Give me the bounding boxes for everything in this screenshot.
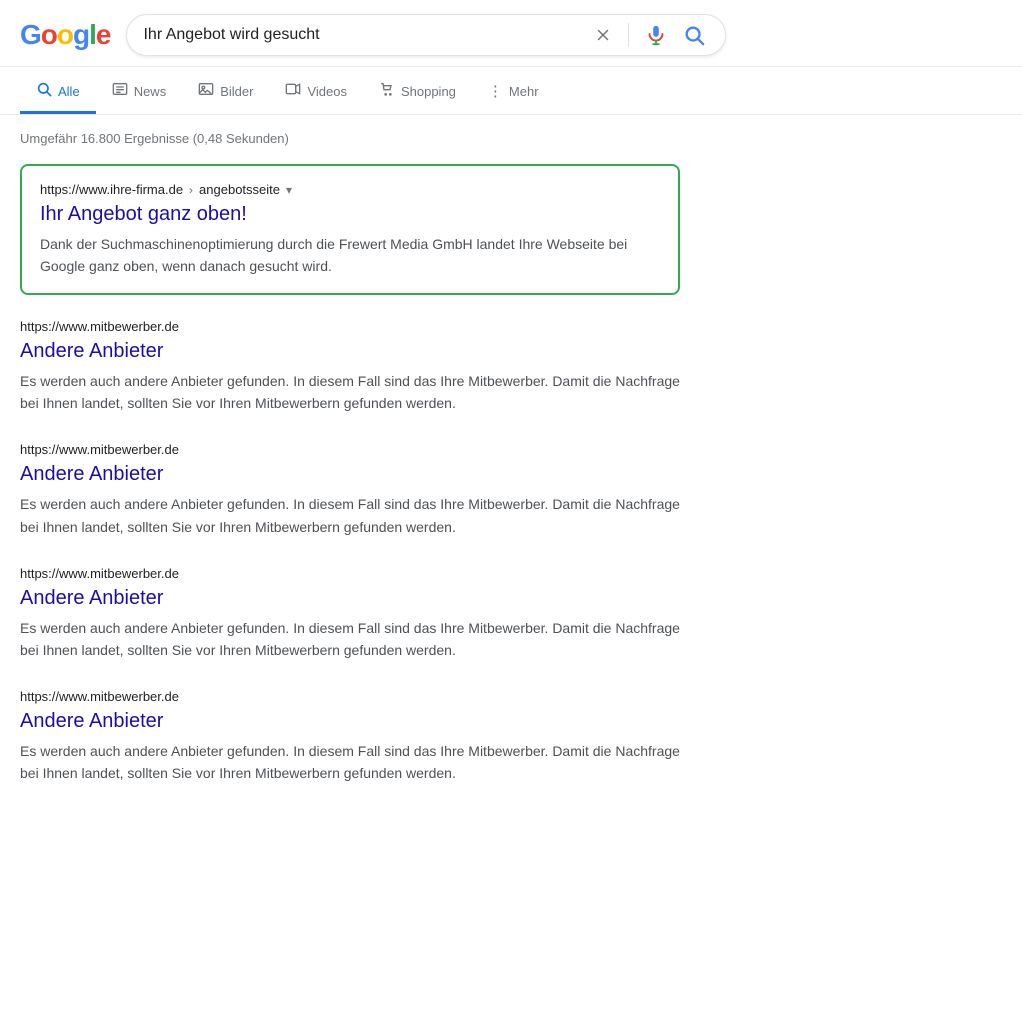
result-title-1[interactable]: Andere Anbieter (20, 461, 680, 487)
result-item: https://www.mitbewerber.de Andere Anbiet… (20, 566, 680, 661)
logo-letter-g1: G (20, 19, 41, 51)
result-url-text-3: https://www.mitbewerber.de (20, 689, 179, 704)
tab-alle[interactable]: Alle (20, 71, 96, 114)
result-item: https://www.mitbewerber.de Andere Anbiet… (20, 442, 680, 537)
result-items-container: https://www.mitbewerber.de Andere Anbiet… (20, 319, 680, 784)
logo-letter-o2: o (57, 19, 73, 51)
news-tab-icon (112, 81, 128, 101)
featured-result: https://www.ihre-firma.de › angebotsseit… (20, 164, 680, 295)
result-item: https://www.mitbewerber.de Andere Anbiet… (20, 319, 680, 414)
result-title-3[interactable]: Andere Anbieter (20, 708, 680, 734)
featured-url-path: angebotsseite (199, 182, 280, 197)
logo-letter-g2: g (73, 19, 89, 51)
search-bar (126, 14, 726, 56)
nav-tabs: Alle News Bilder (0, 67, 1022, 115)
logo-letter-o1: o (41, 19, 57, 51)
bilder-tab-icon (198, 81, 214, 101)
result-desc-2: Es werden auch andere Anbieter gefunden.… (20, 617, 680, 661)
voice-search-button[interactable] (641, 24, 671, 46)
featured-result-url: https://www.ihre-firma.de › angebotsseit… (40, 182, 660, 197)
result-title-0[interactable]: Andere Anbieter (20, 338, 680, 364)
tab-mehr[interactable]: ⋮ Mehr (472, 72, 555, 113)
result-desc-3: Es werden auch andere Anbieter gefunden.… (20, 740, 680, 784)
result-desc-1: Es werden auch andere Anbieter gefunden.… (20, 493, 680, 537)
mehr-tab-icon: ⋮ (488, 82, 503, 100)
result-url-3: https://www.mitbewerber.de (20, 689, 680, 704)
featured-result-description: Dank der Suchmaschinenoptimierung durch … (40, 233, 660, 277)
featured-url-dropdown-icon[interactable]: ▾ (286, 183, 292, 197)
result-url-text-2: https://www.mitbewerber.de (20, 566, 179, 581)
results-stats: Umgefähr 16.800 Ergebnisse (0,48 Sekunde… (20, 131, 680, 146)
search-tab-icon (36, 81, 52, 101)
results-area: Umgefähr 16.800 Ergebnisse (0,48 Sekunde… (0, 115, 700, 832)
tab-bilder[interactable]: Bilder (182, 71, 269, 114)
logo-letter-l: l (89, 19, 96, 51)
tab-shopping[interactable]: Shopping (363, 71, 472, 114)
search-input[interactable] (143, 26, 582, 44)
google-logo: Google (20, 19, 110, 51)
header: Google (0, 0, 1022, 67)
tab-bilder-label: Bilder (220, 84, 253, 99)
result-url-0: https://www.mitbewerber.de (20, 319, 680, 334)
tab-mehr-label: Mehr (509, 84, 539, 99)
result-url-1: https://www.mitbewerber.de (20, 442, 680, 457)
featured-result-title[interactable]: Ihr Angebot ganz oben! (40, 201, 660, 227)
tab-news-label: News (134, 84, 167, 99)
featured-url-text: https://www.ihre-firma.de (40, 182, 183, 197)
result-title-2[interactable]: Andere Anbieter (20, 585, 680, 611)
tab-alle-label: Alle (58, 84, 80, 99)
videos-tab-icon (285, 81, 301, 101)
tab-videos[interactable]: Videos (269, 71, 363, 114)
shopping-tab-icon (379, 81, 395, 101)
tab-news[interactable]: News (96, 71, 183, 114)
clear-search-button[interactable] (590, 26, 616, 44)
logo-letter-e: e (96, 19, 111, 51)
featured-url-arrow: › (189, 183, 193, 197)
result-desc-0: Es werden auch andere Anbieter gefunden.… (20, 370, 680, 414)
result-url-2: https://www.mitbewerber.de (20, 566, 680, 581)
search-button[interactable] (679, 24, 709, 46)
search-divider (628, 23, 629, 47)
result-url-text-0: https://www.mitbewerber.de (20, 319, 179, 334)
result-url-text-1: https://www.mitbewerber.de (20, 442, 179, 457)
result-item: https://www.mitbewerber.de Andere Anbiet… (20, 689, 680, 784)
tab-videos-label: Videos (307, 84, 347, 99)
tab-shopping-label: Shopping (401, 84, 456, 99)
